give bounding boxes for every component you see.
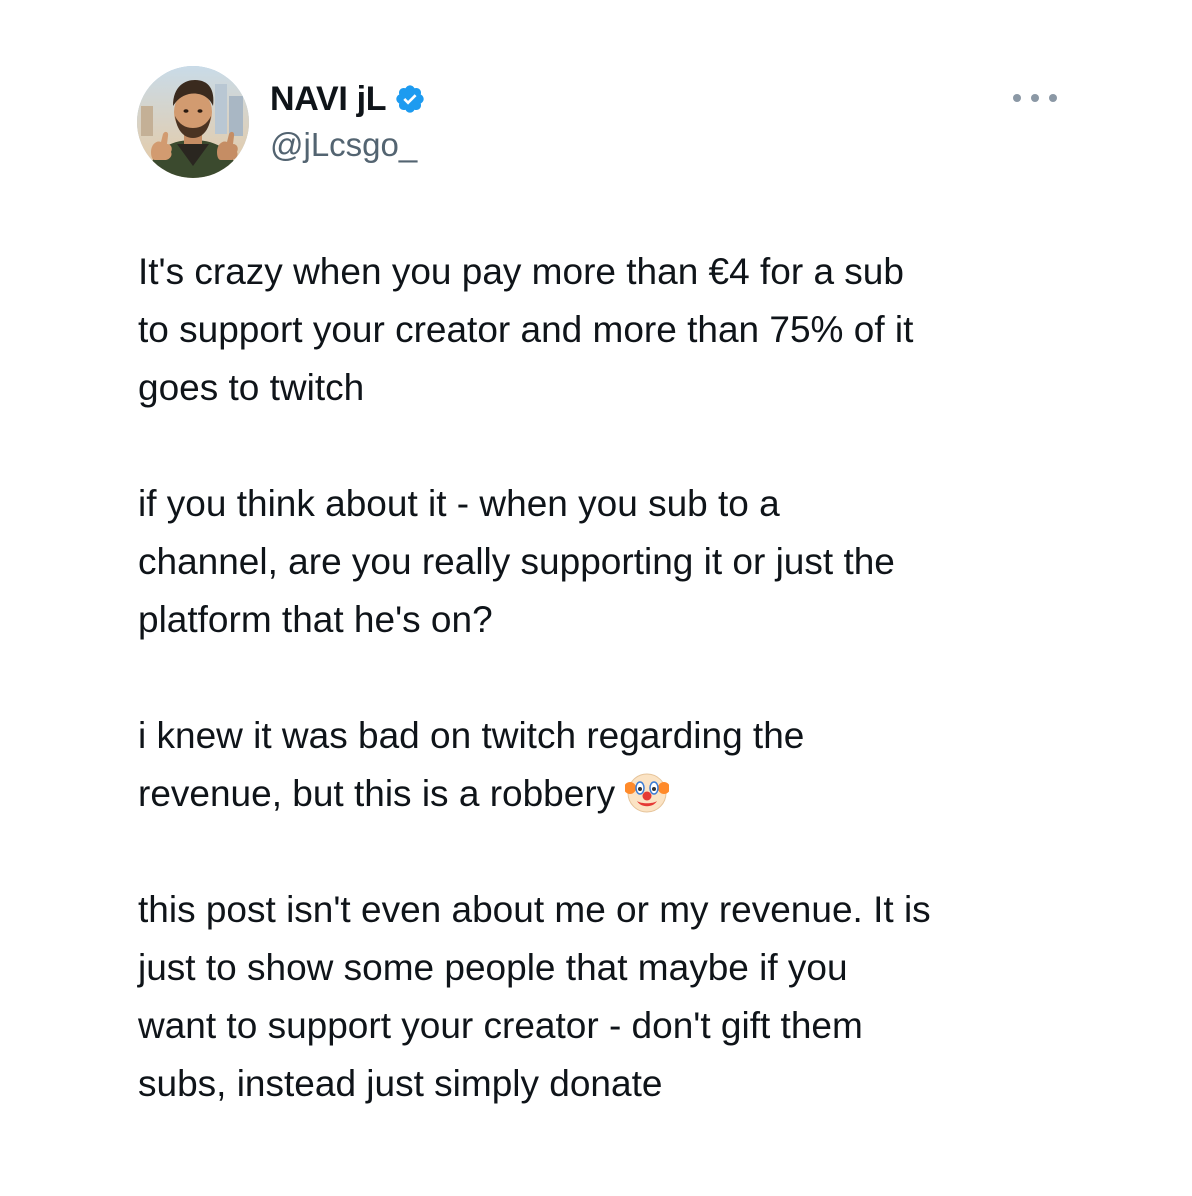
tweet-paragraph: if you think about it - when you sub to … — [138, 475, 1098, 649]
tweet-paragraph: i knew it was bad on twitch regarding th… — [138, 707, 1098, 823]
verified-badge-icon — [394, 83, 426, 115]
tweet-line: this post isn't even about me or my reve… — [138, 889, 931, 930]
tweet-line: just to show some people that maybe if y… — [138, 947, 848, 988]
tweet-line: It's crazy when you pay more than €4 for… — [138, 251, 904, 292]
author-handle[interactable]: @jLcsgo_ — [270, 126, 417, 164]
author-display-name[interactable]: NAVI jL — [270, 80, 387, 119]
dot-icon — [1049, 94, 1057, 102]
tweet-line: platform that he's on? — [138, 599, 493, 640]
tweet-line: revenue, but this is a robbery — [138, 773, 616, 814]
more-options-icon — [1013, 88, 1057, 108]
dot-icon — [1013, 94, 1021, 102]
tweet-line: i knew it was bad on twitch regarding th… — [138, 715, 805, 756]
tweet-text: It's crazy when you pay more than €4 for… — [138, 243, 1098, 1113]
clown-face-emoji-icon — [624, 770, 671, 814]
avatar[interactable] — [137, 66, 249, 178]
more-options-button[interactable] — [1010, 86, 1060, 110]
avatar-image — [137, 66, 249, 178]
author-name-row[interactable]: NAVI jL — [270, 78, 426, 120]
tweet-line-with-emoji: revenue, but this is a robbery — [138, 765, 1098, 823]
tweet-line: to support your creator and more than 75… — [138, 309, 914, 350]
tweet-line: if you think about it - when you sub to … — [138, 483, 780, 524]
tweet-line: subs, instead just simply donate — [138, 1063, 663, 1104]
tweet-line: want to support your creator - don't gif… — [138, 1005, 863, 1046]
tweet-card: NAVI jL @jLcsgo_ It's crazy when you pay… — [0, 0, 1192, 1196]
dot-icon — [1031, 94, 1039, 102]
tweet-line: goes to twitch — [138, 367, 365, 408]
tweet-line: channel, are you really supporting it or… — [138, 541, 895, 582]
tweet-paragraph: It's crazy when you pay more than €4 for… — [138, 243, 1098, 417]
tweet-paragraph: this post isn't even about me or my reve… — [138, 881, 1098, 1113]
